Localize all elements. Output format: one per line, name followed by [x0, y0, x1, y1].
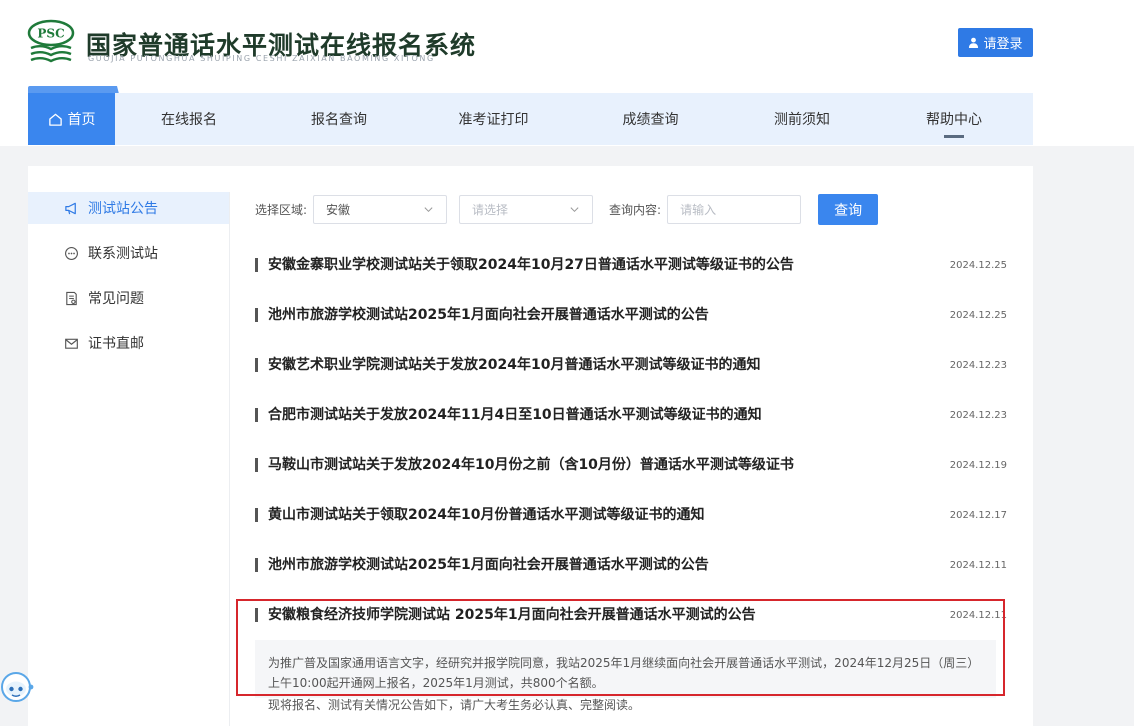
region-select-value: 安徽	[326, 203, 351, 217]
mail-icon	[65, 338, 78, 349]
psc-logo: PSC	[27, 19, 75, 63]
chat-icon	[65, 246, 78, 260]
region-label: 选择区域:	[255, 203, 308, 217]
notice-title[interactable]: 池州市旅游学校测试站2025年1月面向社会开展普通话水平测试的公告	[255, 558, 709, 572]
sidebar-item-contact-station[interactable]: 联系测试站	[28, 237, 230, 269]
notice-item[interactable]: 合肥市测试站关于发放2024年11月4日至10日普通话水平测试等级证书的通知 2…	[255, 390, 1007, 440]
user-icon	[969, 37, 979, 48]
notice-title[interactable]: 合肥市测试站关于发放2024年11月4日至10日普通话水平测试等级证书的通知	[255, 408, 762, 422]
sidebar-divider	[229, 192, 230, 726]
notice-item[interactable]: 安徽金寨职业学校测试站关于领取2024年10月27日普通话水平测试等级证书的公告…	[255, 240, 1007, 290]
nav-item-label: 在线报名	[161, 112, 217, 128]
sidebar-item-certificate-mail[interactable]: 证书直邮	[28, 327, 230, 359]
notice-date: 2024.12.17	[949, 509, 1007, 521]
main-nav: 首页 在线报名 报名查询 准考证打印 成绩查询 测前须知 帮助中心	[28, 93, 1033, 145]
notice-title[interactable]: 黄山市测试站关于领取2024年10月份普通话水平测试等级证书的通知	[255, 508, 704, 522]
nav-item-label: 首页	[67, 112, 96, 128]
nav-item-score-query[interactable]: 成绩查询	[572, 93, 729, 145]
notice-excerpt-continuation: 现将报名、测试有关情况公告如下，请广大考生务必认真、完整阅读。	[268, 698, 641, 712]
chevron-down-icon	[570, 207, 579, 213]
notice-item[interactable]: 安徽艺术职业学院测试站关于发放2024年10月普通话水平测试等级证书的通知 20…	[255, 340, 1007, 390]
nav-item-label: 帮助中心	[926, 112, 982, 128]
login-button[interactable]: 请登录	[958, 28, 1033, 57]
nav-item-home[interactable]: 首页	[28, 93, 115, 145]
assistant-robot-icon[interactable]	[0, 668, 34, 708]
notice-item[interactable]: 安徽粮食经济技师学院测试站 2025年1月面向社会开展普通话水平测试的公告 20…	[255, 590, 1007, 640]
notice-date: 2024.12.25	[949, 309, 1007, 321]
sidebar-item-label: 常见问题	[88, 291, 144, 307]
notice-excerpt: 为推广普及国家通用语言文字，经研究并报学院同意，我站2025年1月继续面向社会开…	[255, 640, 996, 698]
notice-title[interactable]: 马鞍山市测试站关于发放2024年10月份之前（含10月份）普通话水平测试等级证书	[255, 458, 794, 472]
sub-region-select[interactable]: 请选择	[459, 195, 594, 224]
notice-date: 2024.12.23	[949, 359, 1007, 371]
query-input[interactable]	[667, 195, 802, 224]
notice-list: 安徽金寨职业学校测试站关于领取2024年10月27日普通话水平测试等级证书的公告…	[255, 240, 1007, 640]
notice-date: 2024.12.11	[949, 559, 1007, 571]
filter-bar: 选择区域: 安徽 请选择 查询内容: 查询	[255, 194, 879, 225]
notice-item[interactable]: 马鞍山市测试站关于发放2024年10月份之前（含10月份）普通话水平测试等级证书…	[255, 440, 1007, 490]
notice-title[interactable]: 池州市旅游学校测试站2025年1月面向社会开展普通话水平测试的公告	[255, 308, 709, 322]
sidebar-item-label: 测试站公告	[88, 201, 158, 217]
notice-title[interactable]: 安徽粮食经济技师学院测试站 2025年1月面向社会开展普通话水平测试的公告	[255, 608, 756, 622]
notice-title[interactable]: 安徽金寨职业学校测试站关于领取2024年10月27日普通话水平测试等级证书的公告	[255, 258, 794, 272]
document-icon	[66, 291, 77, 305]
nav-item-label: 报名查询	[311, 112, 367, 128]
notice-item[interactable]: 池州市旅游学校测试站2025年1月面向社会开展普通话水平测试的公告 2024.1…	[255, 540, 1007, 590]
megaphone-icon	[65, 202, 76, 214]
nav-item-label: 成绩查询	[622, 112, 679, 128]
content-panel: 测试站公告 联系测试站 常见问题 证书直邮 选择区域: 安徽 请选择 查询内容:…	[28, 166, 1033, 726]
sidebar: 测试站公告 联系测试站 常见问题 证书直邮	[28, 192, 230, 372]
nav-item-online-signup[interactable]: 在线报名	[115, 93, 263, 145]
site-subtitle: GUOJIA PUTONGHUA SHUIPING CESHI ZAIXIAN …	[88, 54, 435, 63]
sidebar-item-label: 联系测试站	[88, 246, 158, 262]
chevron-down-icon	[424, 207, 433, 213]
region-select[interactable]: 安徽	[313, 195, 448, 224]
query-label: 查询内容:	[609, 203, 662, 217]
notice-date: 2024.12.19	[949, 459, 1007, 471]
nav-item-signup-query[interactable]: 报名查询	[263, 93, 415, 145]
notice-item[interactable]: 池州市旅游学校测试站2025年1月面向社会开展普通话水平测试的公告 2024.1…	[255, 290, 1007, 340]
logo-text: PSC	[37, 27, 64, 41]
sidebar-item-faq[interactable]: 常见问题	[28, 282, 230, 314]
notice-date: 2024.12.11	[949, 609, 1007, 621]
nav-item-help-center[interactable]: 帮助中心	[875, 93, 1033, 145]
sub-region-select-placeholder: 请选择	[472, 203, 509, 217]
nav-item-label: 测前须知	[774, 112, 830, 128]
nav-item-admission-print[interactable]: 准考证打印	[415, 93, 572, 145]
query-button[interactable]: 查询	[818, 194, 879, 225]
nav-item-label: 准考证打印	[458, 112, 529, 128]
sidebar-item-label: 证书直邮	[88, 336, 144, 352]
notice-item[interactable]: 黄山市测试站关于领取2024年10月份普通话水平测试等级证书的通知 2024.1…	[255, 490, 1007, 540]
home-icon	[48, 113, 62, 126]
notice-title[interactable]: 安徽艺术职业学院测试站关于发放2024年10月普通话水平测试等级证书的通知	[255, 358, 760, 372]
notice-date: 2024.12.23	[949, 409, 1007, 421]
sidebar-item-station-notices[interactable]: 测试站公告	[28, 192, 230, 224]
login-label: 请登录	[983, 37, 1023, 52]
nav-item-test-notes[interactable]: 测前须知	[729, 93, 875, 145]
notice-date: 2024.12.25	[949, 259, 1007, 271]
